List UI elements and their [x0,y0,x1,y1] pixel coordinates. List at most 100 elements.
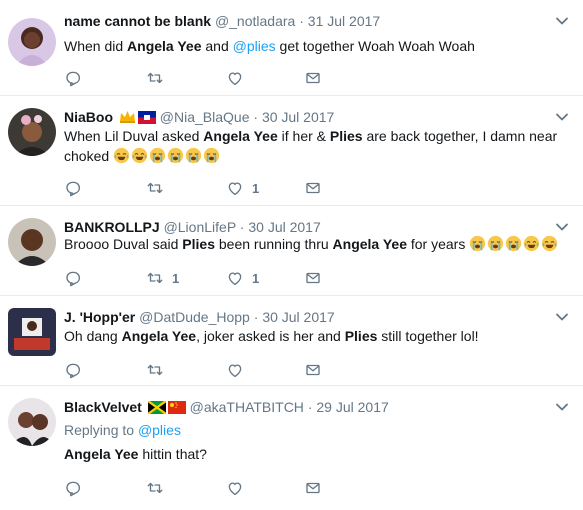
reply-button[interactable] [64,68,90,88]
chevron-down-icon[interactable] [555,220,569,234]
like-button[interactable]: 1 [226,178,259,198]
retweet-button[interactable] [146,178,172,198]
separator: · [307,399,313,415]
display-name[interactable]: J. 'Hopp'er [64,309,135,325]
crying-emoji [203,147,220,164]
tweet[interactable]: J. 'Hopp'er @DatDude_Hopp · 30 Jul 2017 … [0,296,583,386]
retweet-button[interactable] [146,68,172,88]
retweet-button[interactable] [146,478,172,498]
separator: · [299,13,304,29]
tweet-actions [64,68,364,88]
tears-of-joy-emoji [131,147,148,164]
tears-of-joy-emoji [541,235,558,252]
tweet-actions: 1 1 [64,268,364,288]
timestamp[interactable]: 31 Jul 2017 [308,13,380,29]
handle[interactable]: @akaTHATBITCH [190,399,304,415]
retweet-button[interactable] [146,360,172,380]
message-icon [304,479,322,497]
mention-link[interactable]: @plies [138,422,181,438]
reply-button[interactable] [64,178,90,198]
retweet-button[interactable]: 1 [146,268,179,288]
crying-emoji [505,235,522,252]
timestamp[interactable]: 29 Jul 2017 [316,399,388,415]
handle[interactable]: @LionLifeP [164,219,236,235]
like-button[interactable]: 1 [226,268,259,288]
avatar[interactable] [8,18,56,66]
tweet-actions [64,360,364,380]
timestamp[interactable]: 30 Jul 2017 [248,219,320,235]
avatar[interactable] [8,108,56,156]
reply-icon [64,479,82,497]
reply-button[interactable] [64,268,90,288]
tweet[interactable]: BANKROLLPJ @LionLifeP · 30 Jul 2017 Broo… [0,206,583,296]
separator: · [253,309,259,325]
message-button[interactable] [304,268,322,288]
avatar[interactable] [8,398,56,446]
chevron-down-icon[interactable] [555,14,569,28]
tweet-text: Broooo Duval said Plies been running thr… [64,234,573,254]
reply-button[interactable] [64,360,90,380]
tweet-text: When Lil Duval asked Angela Yee if her &… [64,128,558,164]
retweet-icon [146,361,164,379]
mention-link[interactable]: @plies [233,38,276,54]
crying-emoji [469,235,486,252]
replying-to: Replying to @plies [64,422,181,438]
separator: · [239,219,245,235]
tears-of-joy-emoji [523,235,540,252]
display-name[interactable]: name cannot be blank [64,13,211,29]
like-icon [226,361,244,379]
message-button[interactable] [304,478,322,498]
retweet-icon [146,179,164,197]
reply-icon [64,269,82,287]
chevron-down-icon[interactable] [555,110,569,124]
handle[interactable]: @DatDude_Hopp [139,309,250,325]
like-button[interactable] [226,68,252,88]
tweet-text: Oh dang Angela Yee, joker asked is her a… [64,328,479,344]
tweet-text: When did Angela Yee and @plies get toget… [64,38,475,54]
chevron-down-icon[interactable] [555,400,569,414]
tears-of-joy-emoji [113,147,130,164]
tweet-header: NiaBoo @Nia_BlaQue · 30 Jul 2017 [64,108,543,128]
display-name[interactable]: BlackVelvet [64,399,142,415]
handle[interactable]: @Nia_BlaQue [160,109,250,125]
like-icon [226,69,244,87]
tweet[interactable]: NiaBoo @Nia_BlaQue · 30 Jul 2017 When Li… [0,96,583,206]
handle[interactable]: @_notladara [215,13,295,29]
tweet-feed: name cannot be blank @_notladara · 31 Ju… [0,0,583,510]
message-icon [304,179,322,197]
tweet-header: BlackVelvet @akaTHATBITCH · 29 Jul 2017 [64,398,543,418]
display-name[interactable]: BANKROLLPJ [64,219,160,235]
message-button[interactable] [304,178,322,198]
message-button[interactable] [304,68,322,88]
flag-jamaica [147,400,167,418]
like-button[interactable] [226,360,252,380]
tweet-header: J. 'Hopp'er @DatDude_Hopp · 30 Jul 2017 [64,308,543,326]
timestamp[interactable]: 30 Jul 2017 [262,109,334,125]
retweet-icon [146,269,164,287]
reply-button[interactable] [64,478,90,498]
retweet-icon [146,479,164,497]
message-icon [304,69,322,87]
avatar[interactable] [8,218,56,266]
message-button[interactable] [304,360,322,380]
timestamp[interactable]: 30 Jul 2017 [262,309,334,325]
flag-china [167,400,186,418]
like-icon [226,179,244,197]
separator: · [253,109,259,125]
message-icon [304,361,322,379]
like-icon [226,269,244,287]
avatar[interactable] [8,308,56,356]
tweet-actions: 1 [64,178,364,198]
message-icon [304,269,322,287]
tweet-text: Angela Yee hittin that? [64,446,207,462]
display-name[interactable]: NiaBoo [64,109,113,125]
like-icon [226,479,244,497]
crying-emoji [149,147,166,164]
retweet-icon [146,69,164,87]
chevron-down-icon[interactable] [555,310,569,324]
like-button[interactable] [226,478,252,498]
tweet[interactable]: name cannot be blank @_notladara · 31 Ju… [0,0,583,96]
tweet[interactable]: BlackVelvet @akaTHATBITCH · 29 Jul 2017 … [0,386,583,510]
crying-emoji [487,235,504,252]
crying-emoji [185,147,202,164]
